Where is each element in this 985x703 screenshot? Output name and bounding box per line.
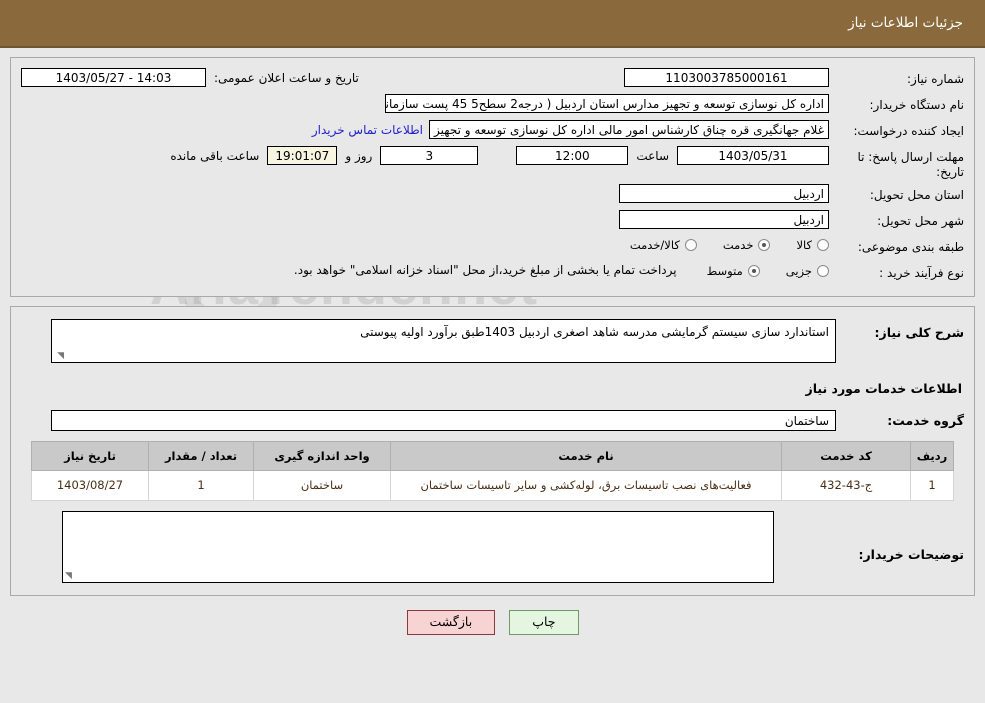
items-table-wrap: ردیف کد خدمت نام خدمت واحد اندازه گیری ت… <box>21 441 964 501</box>
subject-category-radio-group: کالا خدمت کالا/خدمت <box>630 236 829 252</box>
cell-radif: 1 <box>910 470 954 501</box>
resize-grip-icon[interactable]: ◥ <box>65 571 75 581</box>
page-title: جزئیات اطلاعات نیاز <box>848 15 963 31</box>
need-number-input[interactable]: 1103003785000161 <box>624 68 829 87</box>
cell-service-name: فعالیت‌های نصب تاسیسات برق، لوله‌کشی و س… <box>390 470 782 501</box>
service-group-input[interactable]: ساختمان <box>51 410 836 431</box>
th-quantity: تعداد / مقدار <box>148 441 254 471</box>
table-header-row: ردیف کد خدمت نام خدمت واحد اندازه گیری ت… <box>31 441 954 471</box>
th-radif: ردیف <box>910 441 954 471</box>
cell-quantity: 1 <box>148 470 254 501</box>
remaining-time-label: ساعت باقی مانده <box>170 148 260 163</box>
th-service-name: نام خدمت <box>390 441 782 471</box>
th-service-code: کد خدمت <box>781 441 911 471</box>
radio-dot-icon <box>817 265 829 277</box>
cell-service-code: ج-43-432 <box>781 470 911 501</box>
row-general-description: شرح کلی نیاز: استاندارد سازی سیستم گرمای… <box>21 319 964 363</box>
table-row: 1 ج-43-432 فعالیت‌های نصب تاسیسات برق، ل… <box>31 470 954 501</box>
back-button[interactable]: بازگشت <box>406 610 496 635</box>
buyer-org-input[interactable]: اداره کل نوسازی توسعه و تجهیز مدارس استا… <box>385 94 829 113</box>
row-need-number: شماره نیاز: 1103003785000161 تاریخ و ساع… <box>21 68 964 90</box>
purchase-process-radio-group: جزیی متوسط <box>707 262 829 278</box>
general-description-text: استاندارد سازی سیستم گرمایشی مدرسه شاهد … <box>360 325 829 339</box>
services-section-title: اطلاعات خدمات مورد نیاز <box>805 381 963 396</box>
deadline-date-input[interactable]: 1403/05/31 <box>677 146 829 165</box>
need-description-panel: شرح کلی نیاز: استاندارد سازی سیستم گرمای… <box>10 306 975 596</box>
deadline-hour-input[interactable]: 12:00 <box>516 146 629 165</box>
delivery-province-label: استان محل تحویل: <box>869 188 964 202</box>
request-creator-label: ایجاد کننده درخواست: <box>853 124 964 138</box>
delivery-city-input[interactable]: اردبیل <box>619 210 829 229</box>
buyer-notes-wrap: توضیحات خریدار: ◥ <box>21 511 964 583</box>
cell-need-date: 1403/08/27 <box>31 470 149 501</box>
remaining-days-input[interactable]: 3 <box>380 146 479 165</box>
remaining-time-input: 19:01:07 <box>267 146 338 165</box>
row-service-group: گروه خدمت: ساختمان <box>21 410 964 431</box>
general-description-textarea[interactable]: استاندارد سازی سیستم گرمایشی مدرسه شاهد … <box>51 319 836 363</box>
row-delivery-city: شهر محل تحویل: اردبیل <box>21 210 964 232</box>
subject-category-label: طبقه بندی موضوعی: <box>857 240 964 254</box>
row-purchase-process: نوع فرآیند خرید : جزیی متوسط پرداخت تمام… <box>21 262 964 284</box>
radio-dot-icon <box>747 265 760 277</box>
cell-unit: ساختمان <box>253 470 391 501</box>
announce-datetime-input[interactable]: 1403/05/27 - 14:03 <box>21 68 206 87</box>
service-group-label: گروه خدمت: <box>887 413 964 428</box>
row-delivery-province: استان محل تحویل: اردبیل <box>21 184 964 206</box>
th-unit: واحد اندازه گیری <box>253 441 391 471</box>
buyer-notes-label: توضیحات خریدار: <box>858 547 964 562</box>
row-response-deadline: مهلت ارسال پاسخ: تا تاریخ: 1403/05/31 سا… <box>21 146 964 180</box>
th-need-date: تاریخ نیاز <box>31 441 149 471</box>
services-items-table: ردیف کد خدمت نام خدمت واحد اندازه گیری ت… <box>31 441 954 501</box>
row-buyer-org: نام دستگاه خریدار: اداره کل نوسازی توسعه… <box>21 94 964 116</box>
row-subject-category: طبقه بندی موضوعی: کالا خدمت کالا/خدمت <box>21 236 964 258</box>
remaining-days-label: روز و <box>345 148 373 163</box>
delivery-city-label: شهر محل تحویل: <box>877 214 964 228</box>
radio-process-minor[interactable]: جزیی <box>786 264 829 278</box>
announce-datetime-label: تاریخ و ساعت اعلان عمومی: <box>214 70 359 85</box>
radio-category-service[interactable]: خدمت <box>723 238 771 252</box>
need-number-label: شماره نیاز: <box>907 72 964 86</box>
page-header: جزئیات اطلاعات نیاز <box>0 0 985 48</box>
radio-process-medium-label: متوسط <box>706 264 743 278</box>
buyer-notes-textarea[interactable]: ◥ <box>62 511 774 583</box>
buyer-contact-link[interactable]: اطلاعات تماس خریدار <box>312 123 423 137</box>
radio-process-minor-label: جزیی <box>785 264 812 278</box>
delivery-province-input[interactable]: اردبیل <box>619 184 829 203</box>
radio-category-goods-service[interactable]: کالا/خدمت <box>630 238 697 252</box>
request-creator-input[interactable]: غلام جهانگیری قره چناق کارشناس امور مالی… <box>429 120 829 139</box>
buyer-org-label: نام دستگاه خریدار: <box>869 98 965 112</box>
response-deadline-label: مهلت ارسال پاسخ: تا تاریخ: <box>857 150 964 179</box>
purchase-process-note: پرداخت تمام یا بخشی از مبلغ خرید،از محل … <box>293 263 677 277</box>
radio-category-goods-label: کالا <box>796 238 812 252</box>
need-info-panel: شماره نیاز: 1103003785000161 تاریخ و ساع… <box>10 57 975 297</box>
print-button[interactable]: چاپ <box>509 610 579 635</box>
radio-dot-icon <box>758 239 771 251</box>
footer-actions: چاپ بازگشت <box>0 610 985 635</box>
radio-category-goods[interactable]: کالا <box>796 238 829 252</box>
deadline-hour-label: ساعت <box>636 148 669 163</box>
general-description-label: شرح کلی نیاز: <box>874 325 964 340</box>
radio-process-medium[interactable]: متوسط <box>707 264 760 278</box>
resize-grip-icon[interactable]: ◥ <box>54 351 64 361</box>
radio-category-service-label: خدمت <box>722 238 754 252</box>
row-request-creator: ایجاد کننده درخواست: غلام جهانگیری قره چ… <box>21 120 964 142</box>
radio-category-goods-service-label: کالا/خدمت <box>629 238 680 252</box>
radio-dot-icon <box>817 239 829 251</box>
purchase-process-label: نوع فرآیند خرید : <box>879 266 964 280</box>
radio-dot-icon <box>684 239 697 251</box>
